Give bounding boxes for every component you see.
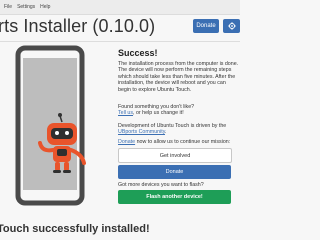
development-prefix: Development of Ubuntu Touch is driven by… xyxy=(118,123,227,129)
menu-file[interactable]: File xyxy=(4,4,12,10)
get-involved-button[interactable]: Get involved xyxy=(118,148,232,163)
flash-another-device-button[interactable]: Flash another device! xyxy=(118,190,231,204)
status-message: Touch successfully installed! xyxy=(0,223,150,235)
menu-help[interactable]: Help xyxy=(40,4,50,10)
menu-bar: File Settings Help xyxy=(0,0,240,15)
donate-text: Donate now to allow us to continue our m… xyxy=(118,139,236,145)
gear-icon xyxy=(227,22,236,30)
feedback-prefix: Found something you don't like? xyxy=(118,104,195,110)
donate-suffix: now to allow us to continue our mission: xyxy=(135,139,231,145)
feedback-suffix: , or help us change it! xyxy=(133,110,184,117)
result-panel: Success! The installation process from t… xyxy=(118,48,238,208)
app-title: rts Installer (0.10.0) xyxy=(0,16,156,36)
donate-link[interactable]: Donate xyxy=(118,139,135,145)
app-header: rts Installer (0.10.0) Donate xyxy=(0,14,240,40)
header-donate-button[interactable]: Donate xyxy=(193,19,219,33)
feedback-text: Found something you don't like? Tell us,… xyxy=(118,104,236,117)
tell-us-link[interactable]: Tell us xyxy=(118,110,133,116)
illustration xyxy=(0,42,112,222)
settings-button[interactable] xyxy=(223,19,240,33)
success-title: Success! xyxy=(118,48,158,58)
status-bar: Touch successfully installed! xyxy=(0,222,240,240)
menu-settings[interactable]: Settings xyxy=(17,4,35,10)
success-description: The installation process from the comput… xyxy=(118,61,239,93)
more-devices-text: Got more devices you want to flash? xyxy=(118,182,204,188)
ubports-community-link[interactable]: UBports Community xyxy=(118,129,165,135)
donate-button[interactable]: Donate xyxy=(118,165,231,179)
development-text: Development of Ubuntu Touch is driven by… xyxy=(118,123,227,136)
